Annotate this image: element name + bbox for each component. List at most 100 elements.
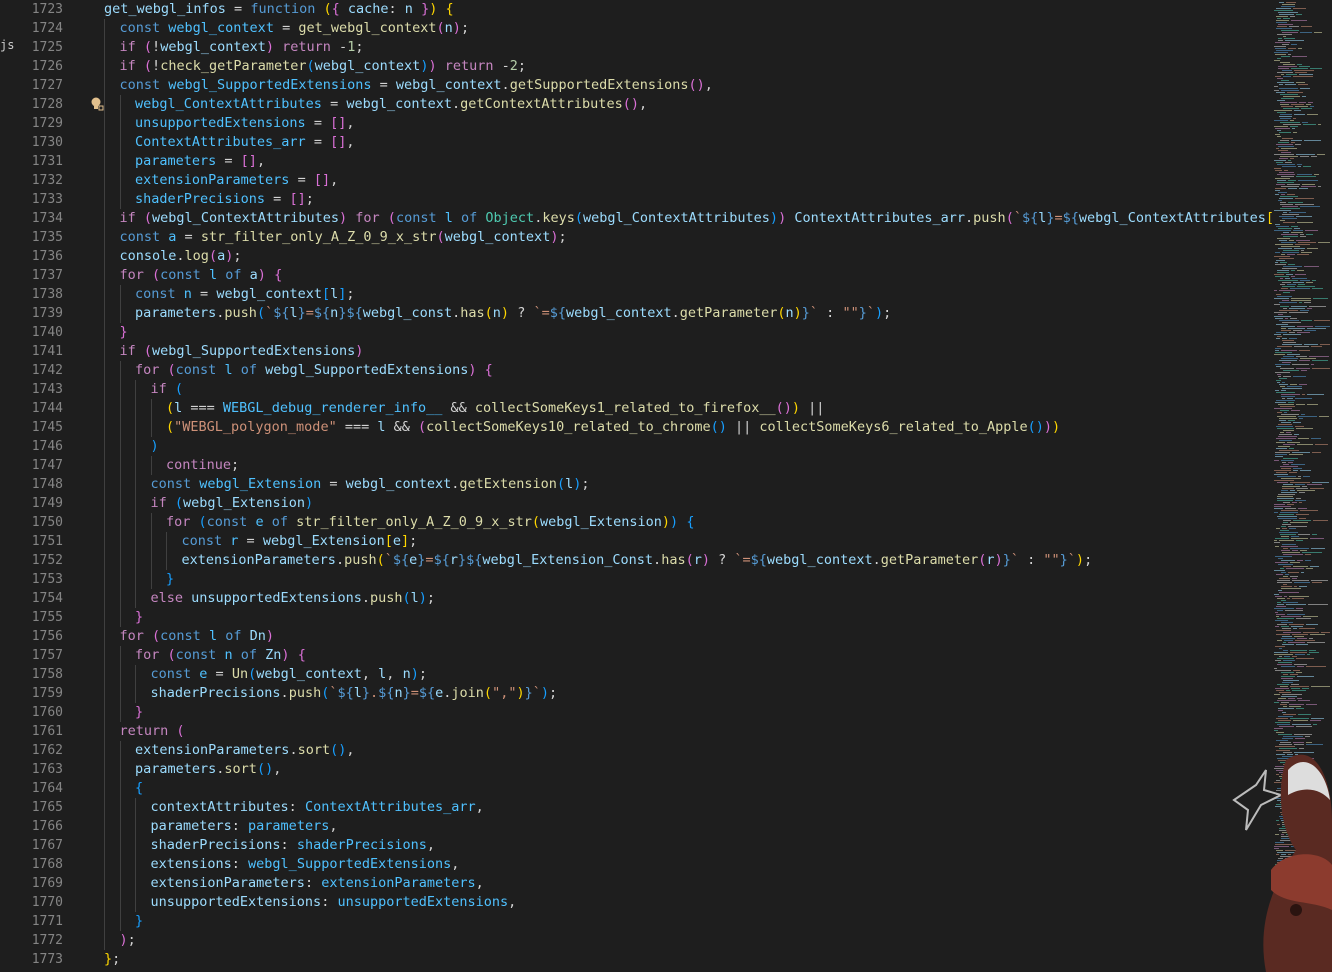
minimap-line xyxy=(1274,120,1288,121)
line-number: 1723 xyxy=(31,2,63,17)
code-line[interactable]: } xyxy=(104,570,1270,589)
code-line[interactable]: parameters: parameters, xyxy=(104,817,1270,836)
code-line[interactable]: contextAttributes: ContextAttributes_arr… xyxy=(104,798,1270,817)
minimap-line xyxy=(1303,476,1310,477)
code-line[interactable]: console.log(a); xyxy=(104,247,1270,266)
minimap-line xyxy=(1275,318,1283,319)
code-line[interactable]: } xyxy=(104,608,1270,627)
minimap-line xyxy=(1275,660,1281,661)
indent-guide xyxy=(104,494,105,513)
code-line[interactable]: } xyxy=(104,912,1270,931)
code-line[interactable]: for (const l of webgl_SupportedExtension… xyxy=(104,361,1270,380)
code-line[interactable]: if (webgl_SupportedExtensions) xyxy=(104,342,1270,361)
code-token: = xyxy=(191,286,217,302)
code-line[interactable]: const a = str_filter_only_A_Z_0_9_x_str(… xyxy=(104,228,1270,247)
code-line[interactable]: ) xyxy=(104,437,1270,456)
code-line[interactable]: if ( xyxy=(104,380,1270,399)
code-line[interactable]: for (const n of Zn) { xyxy=(104,646,1270,665)
minimap-line xyxy=(1304,266,1319,267)
minimap-line xyxy=(1288,698,1295,699)
indent-guide xyxy=(119,551,121,570)
minimap-line xyxy=(1277,374,1281,375)
code-line[interactable]: const webgl_SupportedExtensions = webgl_… xyxy=(104,76,1270,95)
minimap-line xyxy=(1294,734,1312,735)
code-token: WEBGL_debug_renderer_info__ xyxy=(222,400,443,416)
code-token: ; xyxy=(346,286,355,302)
minimap-line xyxy=(1276,472,1287,473)
code-line[interactable]: webgl_ContextAttributes = webgl_context.… xyxy=(104,95,1270,114)
code-line[interactable]: if (webgl_ContextAttributes) for (const … xyxy=(104,209,1323,228)
minimap-line xyxy=(1280,432,1284,433)
code-line[interactable]: else unsupportedExtensions.push(l); xyxy=(104,589,1270,608)
code-token: webgl_Extension xyxy=(183,495,305,511)
code-line[interactable]: if (webgl_Extension) xyxy=(104,494,1270,513)
code-line[interactable]: extensionParameters = [], xyxy=(104,171,1270,190)
code-area[interactable]: get_webgl_infos = function ({ cache: n }… xyxy=(104,0,1323,969)
code-line[interactable]: unsupportedExtensions = [], xyxy=(104,114,1270,133)
minimap-line xyxy=(1283,334,1301,335)
minimap-line xyxy=(1280,118,1291,119)
minimap-line xyxy=(1281,394,1300,395)
minimap-line xyxy=(1277,602,1281,603)
code-line[interactable]: { xyxy=(104,779,1270,798)
code-line[interactable]: for (const l of a) { xyxy=(104,266,1270,285)
line-number: 1741 xyxy=(31,344,63,359)
code-line[interactable]: parameters.sort(), xyxy=(104,760,1270,779)
minimap-line xyxy=(1280,262,1287,263)
code-line[interactable]: extensionParameters: extensionParameters… xyxy=(104,874,1270,893)
code-line[interactable]: unsupportedExtensions: unsupportedExtens… xyxy=(104,893,1270,912)
code-line[interactable]: parameters.push(`${l}=${n}${webgl_const.… xyxy=(104,304,1270,323)
code-editor[interactable]: js 1723 1724 1725 1726 1727 1728 1729 1730 1731 1… xyxy=(0,0,1323,972)
code-line[interactable]: ); xyxy=(104,931,1270,950)
minimap-line xyxy=(1274,694,1280,695)
minimap-line xyxy=(1283,484,1293,485)
code-line[interactable]: for (const e of str_filter_only_A_Z_0_9_… xyxy=(104,513,1270,532)
minimap-line xyxy=(1292,364,1309,365)
code-line[interactable]: (l === WEBGL_debug_renderer_info__ && co… xyxy=(104,399,1270,418)
code-line[interactable]: shaderPrecisions = []; xyxy=(104,190,1270,209)
code-token: ) xyxy=(265,628,275,644)
code-line[interactable]: extensions: webgl_SupportedExtensions, xyxy=(104,855,1270,874)
code-line[interactable]: get_webgl_infos = function ({ cache: n }… xyxy=(104,0,1270,19)
code-line[interactable]: }; xyxy=(104,950,1270,969)
code-line[interactable]: for (const l of Dn) xyxy=(104,627,1270,646)
minimap-line xyxy=(1298,714,1311,715)
code-line[interactable]: const n = webgl_context[l]; xyxy=(104,285,1270,304)
code-line[interactable]: return ( xyxy=(104,722,1270,741)
code-line[interactable]: shaderPrecisions: shaderPrecisions, xyxy=(104,836,1270,855)
code-line[interactable]: parameters = [], xyxy=(104,152,1270,171)
lightbulb-icon[interactable] xyxy=(90,97,104,111)
code-line[interactable]: } xyxy=(104,703,1270,722)
code-line[interactable]: const webgl_context = get_webgl_context(… xyxy=(104,19,1270,38)
code-line[interactable]: shaderPrecisions.push(`${l}.${n}=${e.joi… xyxy=(104,684,1270,703)
indent-guide xyxy=(104,798,105,817)
minimap-line xyxy=(1291,538,1308,539)
indent-guide xyxy=(119,171,121,190)
code-line[interactable]: continue; xyxy=(104,456,1270,475)
minimap-line xyxy=(1297,286,1315,287)
minimap-line xyxy=(1290,158,1294,159)
minimap-line xyxy=(1289,624,1304,625)
code-line[interactable]: const r = webgl_Extension[e]; xyxy=(104,532,1270,551)
code-line[interactable]: const e = Un(webgl_context, l, n); xyxy=(104,665,1270,684)
code-line[interactable]: if (!webgl_context) return -1; xyxy=(104,38,1270,57)
code-line[interactable]: ("WEBGL_polygon_mode" === l && (collectS… xyxy=(104,418,1270,437)
minimap-line xyxy=(1283,64,1295,65)
code-token: = xyxy=(305,115,331,131)
minimap-line xyxy=(1275,612,1278,613)
minimap-line xyxy=(1280,278,1283,279)
code-line[interactable]: extensionParameters.sort(), xyxy=(104,741,1270,760)
code-line[interactable]: if (!check_getParameter(webgl_context)) … xyxy=(104,57,1270,76)
minimap-line xyxy=(1274,86,1278,87)
indent-guide xyxy=(119,684,121,703)
minimap-line xyxy=(1293,422,1301,423)
code-line[interactable]: } xyxy=(104,323,1270,342)
minimap-line xyxy=(1275,364,1290,365)
code-line[interactable]: ContextAttributes_arr = [], xyxy=(104,133,1270,152)
minimap-line xyxy=(1308,102,1313,103)
minimap-line xyxy=(1281,414,1299,415)
minimap-line xyxy=(1282,628,1291,629)
code-line[interactable]: extensionParameters.push(`${e}=${r}${web… xyxy=(104,551,1270,570)
code-line[interactable]: const webgl_Extension = webgl_context.ge… xyxy=(104,475,1270,494)
minimap-line xyxy=(1274,256,1290,257)
